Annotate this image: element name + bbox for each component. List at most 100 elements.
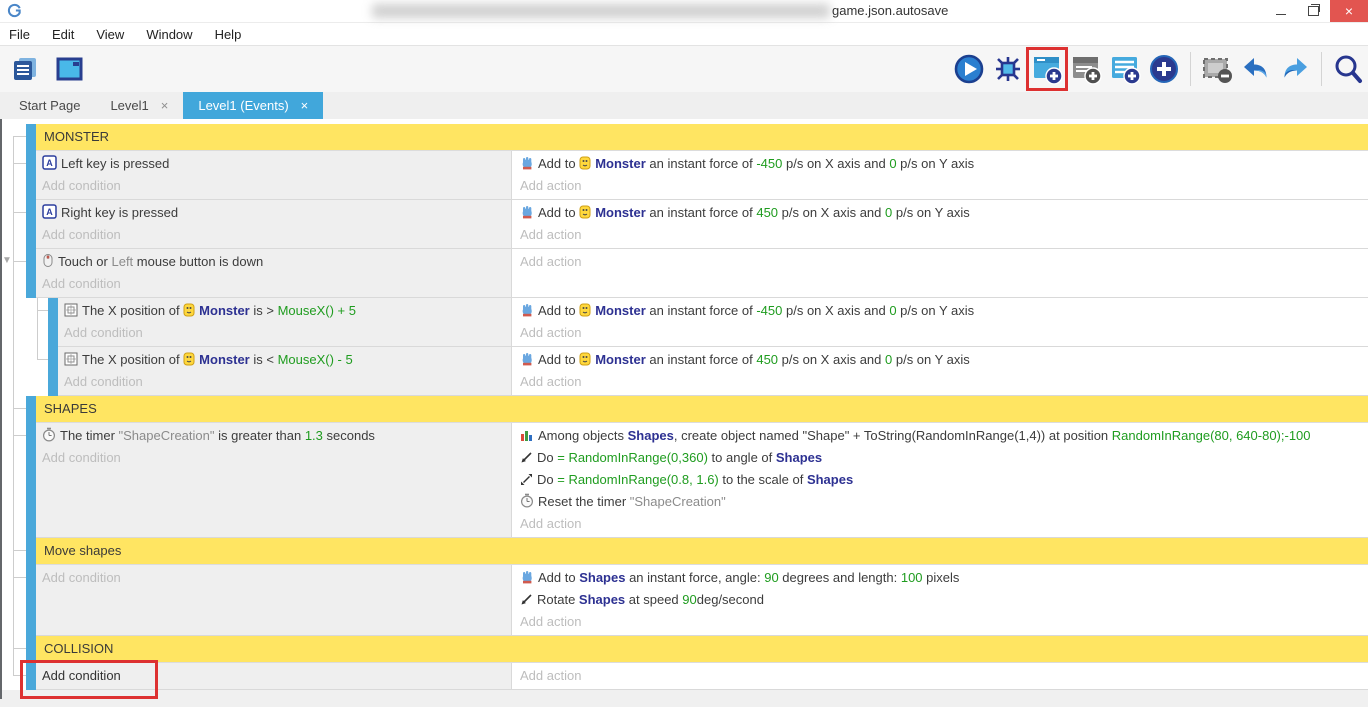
search-icon[interactable] xyxy=(1331,51,1365,87)
event-handle-bar[interactable] xyxy=(26,151,36,200)
tab-close-icon[interactable]: × xyxy=(161,98,169,113)
add-condition-placeholder[interactable]: Add condition xyxy=(40,447,511,469)
add-comment-icon[interactable] xyxy=(1069,51,1103,87)
actions-cell[interactable]: Add action xyxy=(512,663,1368,690)
debug-icon[interactable] xyxy=(991,51,1025,87)
event-handle-bar[interactable] xyxy=(48,347,58,396)
condition-line[interactable]: The timer "ShapeCreation" is greater tha… xyxy=(40,425,511,447)
event-handle-bar[interactable] xyxy=(26,538,36,565)
add-condition-placeholder[interactable]: Add condition xyxy=(40,273,511,295)
event-handle-bar[interactable] xyxy=(26,249,36,298)
menu-item-file[interactable]: File xyxy=(8,27,41,42)
instruction-text: is greater than xyxy=(214,428,304,443)
tree-margin xyxy=(2,151,26,200)
tab-level1[interactable]: Level1 × xyxy=(95,92,183,119)
add-action-placeholder[interactable]: Add action xyxy=(518,322,1368,344)
panel-edge-line xyxy=(0,119,2,699)
add-action-placeholder[interactable]: Add action xyxy=(518,224,1368,246)
conditions-cell[interactable]: Touch or Left mouse button is downAdd co… xyxy=(36,249,512,298)
action-line[interactable]: Add to Monster an instant force of 450 p… xyxy=(518,202,1368,224)
instruction-text: an instant force of xyxy=(646,352,757,367)
conditions-cell[interactable]: Add condition xyxy=(36,565,512,636)
actions-cell[interactable]: Add action xyxy=(512,249,1368,298)
add-subevent-icon[interactable] xyxy=(1108,51,1142,87)
add-action-placeholder[interactable]: Add action xyxy=(518,175,1368,197)
actions-cell[interactable]: Add to Monster an instant force of -450 … xyxy=(512,151,1368,200)
action-line[interactable]: Among objects Shapes, create object name… xyxy=(518,425,1368,447)
tab-label: Level1 xyxy=(110,98,148,113)
action-line[interactable]: Do = RandomInRange(0,360) to angle of Sh… xyxy=(518,447,1368,469)
project-manager-icon[interactable] xyxy=(8,51,42,87)
group-header[interactable]: MONSTER xyxy=(36,124,1368,151)
event-handle-bar[interactable] xyxy=(48,298,58,347)
undo-icon[interactable] xyxy=(1239,51,1273,87)
conditions-cell[interactable]: The X position of Monster is > MouseX() … xyxy=(58,298,512,347)
action-line[interactable]: Reset the timer "ShapeCreation" xyxy=(518,491,1368,513)
add-action-placeholder[interactable]: Add action xyxy=(518,251,1368,273)
close-button[interactable]: × xyxy=(1330,0,1368,22)
group-header[interactable]: COLLISION xyxy=(36,636,1368,663)
event-handle-bar[interactable] xyxy=(26,565,36,636)
conditions-cell[interactable]: The timer "ShapeCreation" is greater tha… xyxy=(36,423,512,538)
condition-line[interactable]: ALeft key is pressed xyxy=(40,153,511,175)
tab-start-page[interactable]: Start Page xyxy=(4,92,95,119)
add-new-icon[interactable] xyxy=(1147,51,1181,87)
svg-text:A: A xyxy=(46,207,53,217)
delete-event-icon[interactable] xyxy=(1200,51,1234,87)
condition-line[interactable]: Touch or Left mouse button is down xyxy=(40,251,511,273)
conditions-cell[interactable]: Add condition xyxy=(36,663,512,690)
actions-cell[interactable]: Add to Shapes an instant force, angle: 9… xyxy=(512,565,1368,636)
add-action-placeholder[interactable]: Add action xyxy=(518,513,1368,535)
redo-icon[interactable] xyxy=(1278,51,1312,87)
condition-line[interactable]: The X position of Monster is < MouseX() … xyxy=(62,349,511,371)
actions-cell[interactable]: Add to Monster an instant force of 450 p… xyxy=(512,347,1368,396)
add-condition-placeholder[interactable]: Add condition xyxy=(40,665,511,687)
event-handle-bar[interactable] xyxy=(26,396,36,423)
action-line[interactable]: Add to Monster an instant force of -450 … xyxy=(518,300,1368,322)
instruction-text: Reset the timer xyxy=(538,494,630,509)
add-event-icon[interactable] xyxy=(1030,51,1064,87)
action-line[interactable]: Do = RandomInRange(0.8, 1.6) to the scal… xyxy=(518,469,1368,491)
add-condition-placeholder[interactable]: Add condition xyxy=(62,371,511,393)
add-action-placeholder[interactable]: Add action xyxy=(518,371,1368,393)
add-condition-placeholder[interactable]: Add condition xyxy=(40,224,511,246)
condition-line[interactable]: ARight key is pressed xyxy=(40,202,511,224)
instruction-text: is > xyxy=(250,303,278,318)
tab-level1-events-[interactable]: Level1 (Events)× xyxy=(183,92,323,119)
tree-line xyxy=(13,249,14,298)
conditions-cell[interactable]: ARight key is pressedAdd condition xyxy=(36,200,512,249)
group-header[interactable]: SHAPES xyxy=(36,396,1368,423)
add-condition-placeholder[interactable]: Add condition xyxy=(62,322,511,344)
action-line[interactable]: Add to Shapes an instant force, angle: 9… xyxy=(518,567,1368,589)
event-handle-bar[interactable] xyxy=(26,663,36,690)
conditions-cell[interactable]: The X position of Monster is < MouseX() … xyxy=(58,347,512,396)
menu-item-edit[interactable]: Edit xyxy=(51,27,85,42)
add-condition-placeholder[interactable]: Add condition xyxy=(40,567,511,589)
restore-button[interactable] xyxy=(1297,0,1330,22)
add-action-placeholder[interactable]: Add action xyxy=(518,665,1368,687)
actions-cell[interactable]: Among objects Shapes, create object name… xyxy=(512,423,1368,538)
conditions-cell[interactable]: ALeft key is pressedAdd condition xyxy=(36,151,512,200)
menu-item-help[interactable]: Help xyxy=(214,27,253,42)
event-handle-bar[interactable] xyxy=(26,636,36,663)
play-icon[interactable] xyxy=(952,51,986,87)
add-action-placeholder[interactable]: Add action xyxy=(518,611,1368,633)
add-condition-placeholder[interactable]: Add condition xyxy=(40,175,511,197)
condition-line[interactable]: The X position of Monster is > MouseX() … xyxy=(62,300,511,322)
tab-close-icon[interactable]: × xyxy=(301,98,309,113)
event-handle-bar[interactable] xyxy=(26,423,36,538)
title-bar: game.json.autosave × xyxy=(0,0,1368,23)
scene-editor-icon[interactable] xyxy=(52,51,86,87)
actions-cell[interactable]: Add to Monster an instant force of -450 … xyxy=(512,298,1368,347)
event-handle-bar[interactable] xyxy=(26,124,36,151)
actions-cell[interactable]: Add to Monster an instant force of 450 p… xyxy=(512,200,1368,249)
minimize-button[interactable] xyxy=(1264,0,1297,22)
collapse-arrow-icon[interactable]: ▼ xyxy=(2,255,12,266)
action-line[interactable]: Add to Monster an instant force of 450 p… xyxy=(518,349,1368,371)
group-header[interactable]: Move shapes xyxy=(36,538,1368,565)
action-line[interactable]: Rotate Shapes at speed 90deg/second xyxy=(518,589,1368,611)
menu-item-view[interactable]: View xyxy=(95,27,135,42)
menu-item-window[interactable]: Window xyxy=(145,27,203,42)
event-handle-bar[interactable] xyxy=(26,200,36,249)
action-line[interactable]: Add to Monster an instant force of -450 … xyxy=(518,153,1368,175)
